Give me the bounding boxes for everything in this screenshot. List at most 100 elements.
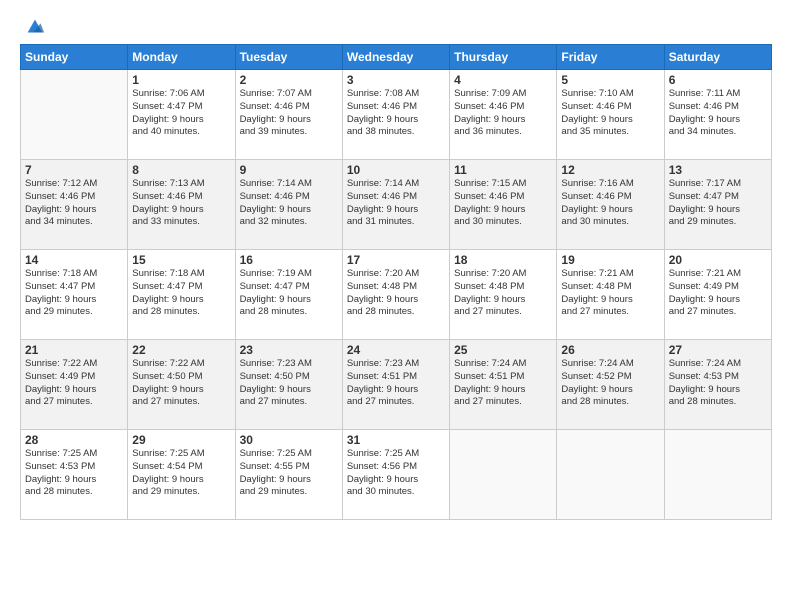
day-number: 16 [240,253,338,267]
day-number: 27 [669,343,767,357]
calendar-cell: 26Sunrise: 7:24 AM Sunset: 4:52 PM Dayli… [557,340,664,430]
calendar-week-4: 21Sunrise: 7:22 AM Sunset: 4:49 PM Dayli… [21,340,772,430]
day-info: Sunrise: 7:23 AM Sunset: 4:51 PM Dayligh… [347,358,445,409]
day-info: Sunrise: 7:10 AM Sunset: 4:46 PM Dayligh… [561,88,659,139]
calendar-week-1: 1Sunrise: 7:06 AM Sunset: 4:47 PM Daylig… [21,70,772,160]
day-info: Sunrise: 7:22 AM Sunset: 4:49 PM Dayligh… [25,358,123,409]
calendar-cell: 31Sunrise: 7:25 AM Sunset: 4:56 PM Dayli… [342,430,449,520]
calendar-header-tuesday: Tuesday [235,45,342,70]
day-info: Sunrise: 7:25 AM Sunset: 4:53 PM Dayligh… [25,448,123,499]
calendar-cell: 11Sunrise: 7:15 AM Sunset: 4:46 PM Dayli… [450,160,557,250]
calendar-cell [21,70,128,160]
day-number: 18 [454,253,552,267]
logo [20,16,46,34]
day-number: 23 [240,343,338,357]
day-number: 9 [240,163,338,177]
calendar-header-thursday: Thursday [450,45,557,70]
calendar-cell: 22Sunrise: 7:22 AM Sunset: 4:50 PM Dayli… [128,340,235,430]
calendar-cell: 4Sunrise: 7:09 AM Sunset: 4:46 PM Daylig… [450,70,557,160]
day-number: 22 [132,343,230,357]
calendar-cell: 25Sunrise: 7:24 AM Sunset: 4:51 PM Dayli… [450,340,557,430]
calendar-cell: 29Sunrise: 7:25 AM Sunset: 4:54 PM Dayli… [128,430,235,520]
calendar-cell: 21Sunrise: 7:22 AM Sunset: 4:49 PM Dayli… [21,340,128,430]
calendar-header-row: SundayMondayTuesdayWednesdayThursdayFrid… [21,45,772,70]
day-info: Sunrise: 7:06 AM Sunset: 4:47 PM Dayligh… [132,88,230,139]
day-number: 26 [561,343,659,357]
day-number: 2 [240,73,338,87]
day-number: 15 [132,253,230,267]
day-info: Sunrise: 7:11 AM Sunset: 4:46 PM Dayligh… [669,88,767,139]
day-number: 17 [347,253,445,267]
calendar-cell: 10Sunrise: 7:14 AM Sunset: 4:46 PM Dayli… [342,160,449,250]
day-number: 12 [561,163,659,177]
calendar-cell: 24Sunrise: 7:23 AM Sunset: 4:51 PM Dayli… [342,340,449,430]
calendar-week-5: 28Sunrise: 7:25 AM Sunset: 4:53 PM Dayli… [21,430,772,520]
day-number: 6 [669,73,767,87]
day-number: 21 [25,343,123,357]
day-number: 5 [561,73,659,87]
calendar-cell [557,430,664,520]
day-info: Sunrise: 7:20 AM Sunset: 4:48 PM Dayligh… [454,268,552,319]
calendar-header-saturday: Saturday [664,45,771,70]
calendar-cell [664,430,771,520]
day-info: Sunrise: 7:21 AM Sunset: 4:49 PM Dayligh… [669,268,767,319]
calendar-cell: 12Sunrise: 7:16 AM Sunset: 4:46 PM Dayli… [557,160,664,250]
calendar-cell: 1Sunrise: 7:06 AM Sunset: 4:47 PM Daylig… [128,70,235,160]
calendar-header-sunday: Sunday [21,45,128,70]
day-info: Sunrise: 7:12 AM Sunset: 4:46 PM Dayligh… [25,178,123,229]
day-info: Sunrise: 7:08 AM Sunset: 4:46 PM Dayligh… [347,88,445,139]
calendar-header-wednesday: Wednesday [342,45,449,70]
day-info: Sunrise: 7:22 AM Sunset: 4:50 PM Dayligh… [132,358,230,409]
day-info: Sunrise: 7:09 AM Sunset: 4:46 PM Dayligh… [454,88,552,139]
day-info: Sunrise: 7:18 AM Sunset: 4:47 PM Dayligh… [25,268,123,319]
calendar-cell: 2Sunrise: 7:07 AM Sunset: 4:46 PM Daylig… [235,70,342,160]
day-number: 29 [132,433,230,447]
day-number: 3 [347,73,445,87]
calendar-cell: 19Sunrise: 7:21 AM Sunset: 4:48 PM Dayli… [557,250,664,340]
calendar-cell: 17Sunrise: 7:20 AM Sunset: 4:48 PM Dayli… [342,250,449,340]
calendar-cell: 20Sunrise: 7:21 AM Sunset: 4:49 PM Dayli… [664,250,771,340]
calendar-cell: 6Sunrise: 7:11 AM Sunset: 4:46 PM Daylig… [664,70,771,160]
day-info: Sunrise: 7:20 AM Sunset: 4:48 PM Dayligh… [347,268,445,319]
calendar-cell: 9Sunrise: 7:14 AM Sunset: 4:46 PM Daylig… [235,160,342,250]
calendar: SundayMondayTuesdayWednesdayThursdayFrid… [20,44,772,520]
day-number: 31 [347,433,445,447]
calendar-cell: 27Sunrise: 7:24 AM Sunset: 4:53 PM Dayli… [664,340,771,430]
calendar-header-friday: Friday [557,45,664,70]
day-number: 7 [25,163,123,177]
day-number: 4 [454,73,552,87]
day-info: Sunrise: 7:25 AM Sunset: 4:55 PM Dayligh… [240,448,338,499]
day-info: Sunrise: 7:19 AM Sunset: 4:47 PM Dayligh… [240,268,338,319]
day-info: Sunrise: 7:24 AM Sunset: 4:52 PM Dayligh… [561,358,659,409]
calendar-cell [450,430,557,520]
day-number: 1 [132,73,230,87]
day-info: Sunrise: 7:16 AM Sunset: 4:46 PM Dayligh… [561,178,659,229]
calendar-header-monday: Monday [128,45,235,70]
day-info: Sunrise: 7:23 AM Sunset: 4:50 PM Dayligh… [240,358,338,409]
calendar-cell: 30Sunrise: 7:25 AM Sunset: 4:55 PM Dayli… [235,430,342,520]
day-number: 20 [669,253,767,267]
logo-icon [24,16,46,38]
calendar-cell: 5Sunrise: 7:10 AM Sunset: 4:46 PM Daylig… [557,70,664,160]
day-number: 10 [347,163,445,177]
header [20,16,772,34]
calendar-cell: 3Sunrise: 7:08 AM Sunset: 4:46 PM Daylig… [342,70,449,160]
day-number: 28 [25,433,123,447]
day-number: 24 [347,343,445,357]
calendar-cell: 28Sunrise: 7:25 AM Sunset: 4:53 PM Dayli… [21,430,128,520]
day-info: Sunrise: 7:25 AM Sunset: 4:54 PM Dayligh… [132,448,230,499]
day-number: 30 [240,433,338,447]
calendar-week-2: 7Sunrise: 7:12 AM Sunset: 4:46 PM Daylig… [21,160,772,250]
calendar-cell: 13Sunrise: 7:17 AM Sunset: 4:47 PM Dayli… [664,160,771,250]
day-info: Sunrise: 7:18 AM Sunset: 4:47 PM Dayligh… [132,268,230,319]
calendar-cell: 14Sunrise: 7:18 AM Sunset: 4:47 PM Dayli… [21,250,128,340]
day-number: 11 [454,163,552,177]
day-number: 19 [561,253,659,267]
calendar-cell: 16Sunrise: 7:19 AM Sunset: 4:47 PM Dayli… [235,250,342,340]
day-number: 8 [132,163,230,177]
day-info: Sunrise: 7:24 AM Sunset: 4:51 PM Dayligh… [454,358,552,409]
day-info: Sunrise: 7:21 AM Sunset: 4:48 PM Dayligh… [561,268,659,319]
page: SundayMondayTuesdayWednesdayThursdayFrid… [0,0,792,612]
calendar-week-3: 14Sunrise: 7:18 AM Sunset: 4:47 PM Dayli… [21,250,772,340]
day-info: Sunrise: 7:15 AM Sunset: 4:46 PM Dayligh… [454,178,552,229]
